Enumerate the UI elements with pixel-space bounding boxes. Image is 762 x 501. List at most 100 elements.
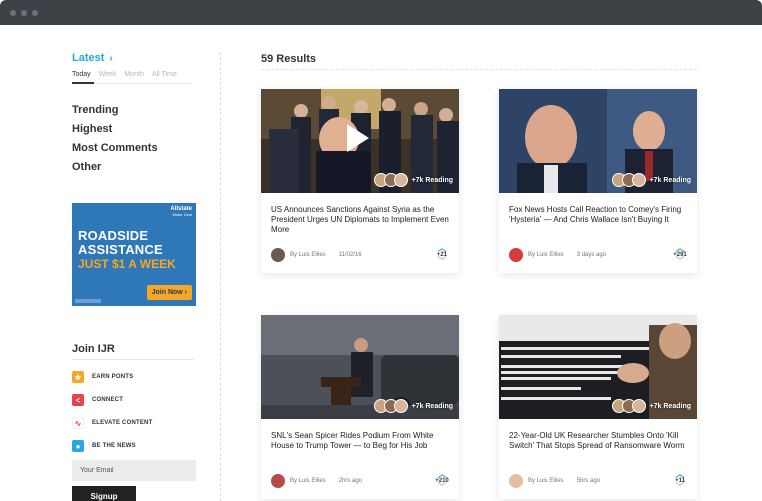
article-body: 22-Year-Old UK Researcher Stumbles Onto … xyxy=(499,419,697,499)
vote-widget: ︿ +210 ﹀ xyxy=(435,470,449,492)
article-meta: By Luis Ellies 11/02/16 xyxy=(271,248,362,262)
person-icon: ● xyxy=(72,440,84,452)
sidebar: Latest › Today Week Month All Time Trend… xyxy=(72,25,196,501)
article-meta: By Luis Ellies 3 days ago xyxy=(509,248,606,262)
article-headline[interactable]: SNL's Sean Spicer Rides Podium From Whit… xyxy=(271,431,451,451)
vote-widget: ︿ +11 ﹀ xyxy=(673,470,687,492)
vote-widget: ︿ +21 ﹀ xyxy=(435,244,449,266)
author-avatar[interactable] xyxy=(271,248,285,262)
downvote-icon[interactable]: ﹀ xyxy=(437,257,446,266)
tab-today[interactable]: Today xyxy=(72,71,91,78)
ad-brand-sub: Motor Club xyxy=(172,212,192,217)
window-maximize-dot[interactable] xyxy=(32,9,38,16)
reader-avatar xyxy=(631,399,646,413)
reader-avatar xyxy=(393,173,408,187)
article-thumbnail[interactable]: +7k Reading xyxy=(499,315,697,419)
article-headline[interactable]: US Announces Sanctions Against Syria as … xyxy=(271,205,451,235)
join-perks-list: ★ EARN PONTS < CONNECT ∿ ELEVATE CONTENT… xyxy=(72,371,152,452)
upvote-icon[interactable]: ︿ xyxy=(675,244,684,253)
article-meta: By Luis Ellies 2hrs ago xyxy=(271,474,362,488)
article-card[interactable]: +7k Reading SNL's Sean Spicer Rides Podi… xyxy=(261,315,459,499)
article-author[interactable]: By Luis Ellies xyxy=(528,252,564,258)
readers-indicator: +7k Reading xyxy=(611,399,691,413)
readers-count: +7k Reading xyxy=(411,176,453,184)
filter-trending[interactable]: Trending xyxy=(72,104,158,117)
author-avatar[interactable] xyxy=(509,474,523,488)
article-body: Fox News Hosts Call Reaction to Comey's … xyxy=(499,193,697,273)
downvote-icon[interactable]: ﹀ xyxy=(437,483,446,492)
author-avatar[interactable] xyxy=(509,248,523,262)
perk-label: CONNECT xyxy=(92,397,124,403)
article-body: SNL's Sean Spicer Rides Podium From Whit… xyxy=(261,419,459,499)
article-meta: By Luis Ellies 5hrs ago xyxy=(509,474,600,488)
perk-be-the-news: ● BE THE NEWS xyxy=(72,440,152,452)
article-card[interactable]: +7k Reading 22-Year-Old UK Researcher St… xyxy=(499,315,697,499)
sidebar-divider xyxy=(220,52,221,501)
sort-filters: Trending Highest Most Comments Other xyxy=(72,104,158,174)
perk-elevate-content: ∿ ELEVATE CONTENT xyxy=(72,417,152,429)
browser-window: Latest › Today Week Month All Time Trend… xyxy=(0,0,762,501)
article-author[interactable]: By Luis Ellies xyxy=(528,478,564,484)
window-titlebar xyxy=(0,0,762,25)
upvote-icon[interactable]: ︿ xyxy=(437,470,446,479)
window-close-dot[interactable] xyxy=(10,9,16,16)
active-tab-indicator xyxy=(72,82,94,84)
downvote-icon[interactable]: ﹀ xyxy=(675,257,684,266)
pulse-icon: ∿ xyxy=(72,417,84,429)
join-divider xyxy=(72,359,194,360)
tab-month[interactable]: Month xyxy=(124,71,143,78)
results-divider xyxy=(261,69,697,70)
readers-count: +7k Reading xyxy=(649,402,691,410)
ad-offer: JUST $1 A WEEK xyxy=(78,257,176,271)
upvote-icon[interactable]: ︿ xyxy=(437,244,446,253)
perk-label: BE THE NEWS xyxy=(92,443,136,449)
tab-week[interactable]: Week xyxy=(99,71,117,78)
article-time: 5hrs ago xyxy=(576,478,601,484)
ad-brand-logo: Allstate Motor Club xyxy=(170,206,192,218)
chevron-right-icon: › xyxy=(109,52,113,64)
upvote-icon[interactable]: ︿ xyxy=(675,470,684,479)
results-count: 59 Results xyxy=(261,53,317,65)
article-headline[interactable]: Fox News Hosts Call Reaction to Comey's … xyxy=(509,205,689,225)
ad-join-now-button[interactable]: Join Now › xyxy=(146,285,192,300)
latest-label: Latest xyxy=(72,52,105,64)
filter-other[interactable]: Other xyxy=(72,161,158,174)
join-title: Join IJR xyxy=(72,343,115,355)
article-card[interactable]: +7k Reading US Announces Sanctions Again… xyxy=(261,89,459,273)
email-field[interactable] xyxy=(72,460,196,481)
share-icon: < xyxy=(72,394,84,406)
reader-avatar xyxy=(393,399,408,413)
filter-highest[interactable]: Highest xyxy=(72,123,158,136)
downvote-icon[interactable]: ﹀ xyxy=(675,483,684,492)
article-author[interactable]: By Luis Ellies xyxy=(290,252,326,258)
signup-button[interactable]: Signup xyxy=(72,486,136,501)
article-thumbnail[interactable]: +7k Reading xyxy=(499,89,697,193)
perk-label: ELEVATE CONTENT xyxy=(92,420,153,426)
latest-link[interactable]: Latest › xyxy=(72,52,113,64)
article-author[interactable]: By Luis Ellies xyxy=(290,478,326,484)
play-video-icon[interactable] xyxy=(347,124,369,152)
window-minimize-dot[interactable] xyxy=(21,9,27,16)
article-card[interactable]: +7k Reading Fox News Hosts Call Reaction… xyxy=(499,89,697,273)
readers-indicator: +7k Reading xyxy=(611,173,691,187)
reader-avatar xyxy=(631,173,646,187)
ad-headline-line-2: ASSISTANCE xyxy=(78,242,163,257)
period-tabs: Today Week Month All Time xyxy=(72,71,177,78)
article-time: 11/02/16 xyxy=(338,252,362,258)
perk-label: EARN PONTS xyxy=(92,374,134,380)
ad-headline-line-1: ROADSIDE xyxy=(78,228,149,243)
article-headline[interactable]: 22-Year-Old UK Researcher Stumbles Onto … xyxy=(509,431,689,451)
article-thumbnail[interactable]: +7k Reading xyxy=(261,315,459,419)
readers-count: +7k Reading xyxy=(649,176,691,184)
author-avatar[interactable] xyxy=(271,474,285,488)
readers-indicator: +7k Reading xyxy=(373,399,453,413)
advertisement-banner[interactable]: Allstate Motor Club ROADSIDE ASSISTANCE … xyxy=(72,203,196,306)
filter-most-comments[interactable]: Most Comments xyxy=(72,142,158,155)
period-tabs-underline xyxy=(72,82,192,84)
article-time: 3 days ago xyxy=(576,252,607,258)
article-thumbnail[interactable]: +7k Reading xyxy=(261,89,459,193)
ad-choices-badge[interactable] xyxy=(75,299,101,303)
readers-count: +7k Reading xyxy=(411,402,453,410)
perk-connect: < CONNECT xyxy=(72,394,152,406)
tab-all-time[interactable]: All Time xyxy=(152,71,177,78)
